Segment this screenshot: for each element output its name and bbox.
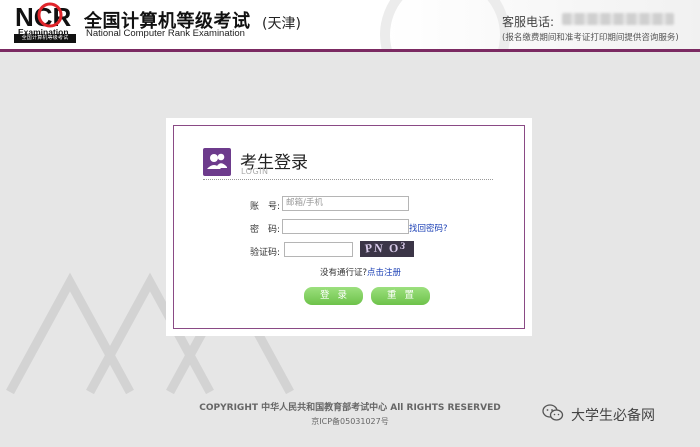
wechat-icon	[542, 404, 564, 421]
captcha-char: P	[363, 241, 374, 256]
captcha-input[interactable]	[284, 242, 353, 257]
login-form: 考生登录 LOGIN 账 号: 邮箱/手机 密 码: 找回密码? 验证码: P …	[173, 125, 525, 329]
captcha-char: 3	[399, 241, 406, 253]
divider	[203, 179, 493, 180]
phone-number-redacted	[562, 13, 674, 25]
captcha-char: N	[373, 241, 384, 256]
login-subtitle: LOGIN	[241, 167, 269, 176]
register-prompt: 没有通行证?点击注册	[320, 266, 401, 278]
password-label: 密 码:	[249, 225, 280, 235]
header-decoration	[380, 0, 510, 49]
forgot-password-link[interactable]: 找回密码?	[409, 222, 448, 234]
captcha-image[interactable]: P N O 3	[360, 241, 414, 257]
login-button[interactable]: 登录	[304, 287, 363, 305]
password-input[interactable]	[282, 219, 409, 234]
users-icon	[203, 148, 231, 176]
account-label: 账 号:	[249, 202, 280, 212]
captcha-label: 验证码:	[249, 248, 280, 258]
logo-caption: 全国计算机等级考试	[14, 34, 76, 43]
captcha-char: O	[388, 241, 399, 256]
login-panel: 考生登录 LOGIN 账 号: 邮箱/手机 密 码: 找回密码? 验证码: P …	[166, 118, 532, 336]
site-header: NCR Examination 全国计算机等级考试 全国计算机等级考试 Nati…	[0, 0, 700, 52]
phone-note: (报名缴费期间和准考证打印期间提供咨询服务)	[502, 33, 679, 43]
register-link[interactable]: 点击注册	[367, 268, 401, 278]
reset-button[interactable]: 重置	[371, 287, 430, 305]
watermark-text: 大学生必备网	[571, 408, 655, 424]
no-pass-text: 没有通行证?	[320, 268, 368, 278]
region-label: (天津)	[262, 16, 301, 32]
account-input[interactable]: 邮箱/手机	[282, 196, 409, 211]
phone-label: 客服电话:	[502, 15, 555, 29]
site-subtitle: National Computer Rank Examination	[86, 28, 245, 39]
